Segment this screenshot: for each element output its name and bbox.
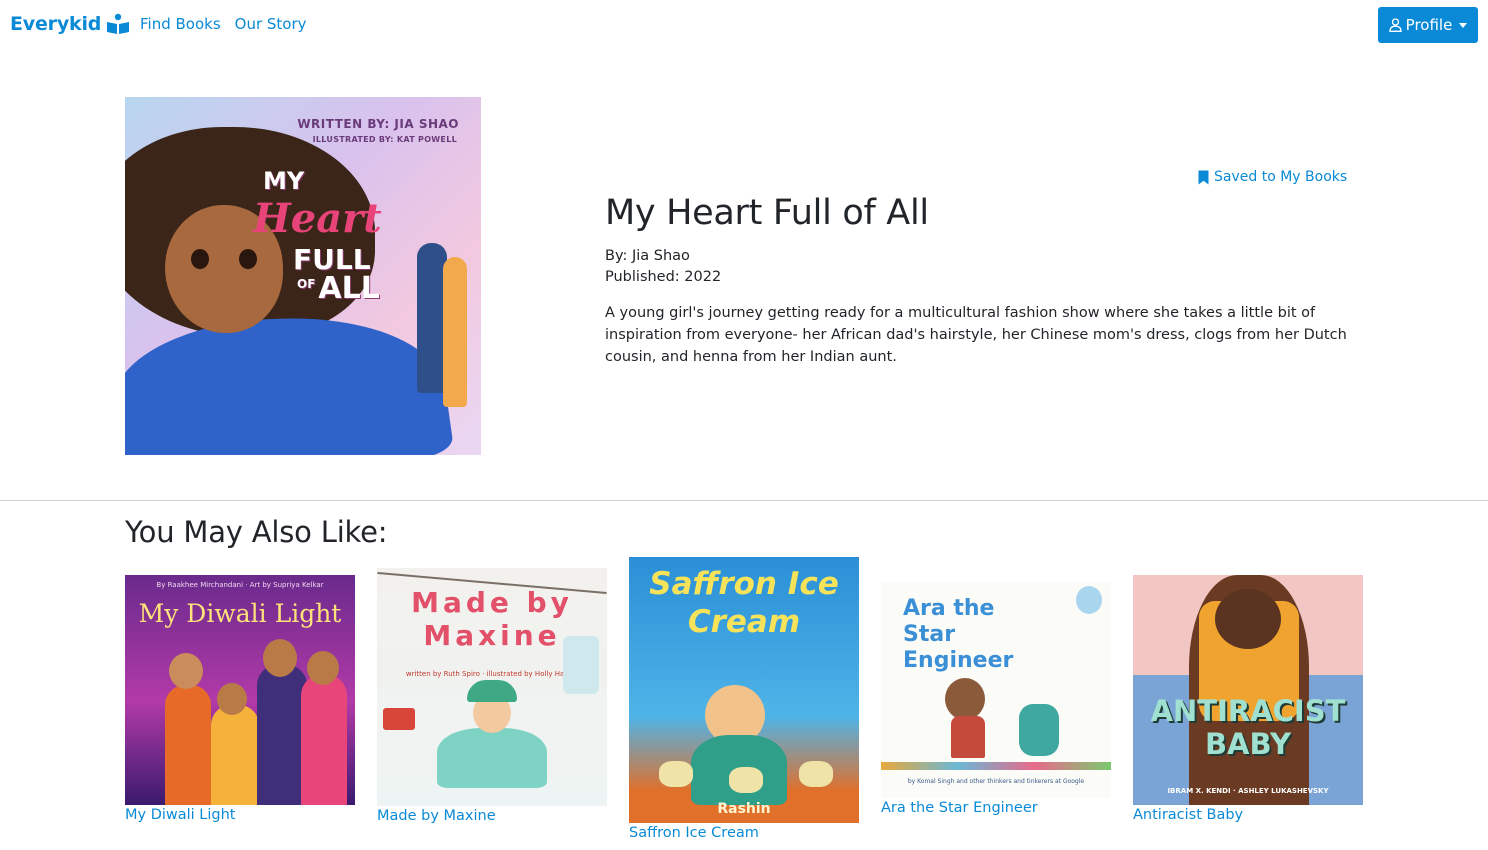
recommendation-cover[interactable]: Saffron Ice Cream Rashin [629, 557, 859, 823]
recommendation-card: Made by Maxine written by Ruth Spiro · i… [377, 568, 607, 824]
saved-label: Saved to My Books [1214, 169, 1348, 185]
book-cover-image: WRITTEN BY: JIA SHAO ILLUSTRATED BY: KAT… [125, 97, 481, 455]
section-divider [0, 500, 1488, 501]
recommendation-card: By Raakhee Mirchandani · Art by Supriya … [125, 575, 355, 823]
recommendation-title[interactable]: Made by Maxine [377, 808, 607, 824]
recommendation-card: Saffron Ice Cream Rashin Saffron Ice Cre… [629, 557, 859, 841]
nav-find-books[interactable]: Find Books [140, 15, 221, 33]
recommendation-cover[interactable]: Ara the Star Engineer by Komal Singh and… [881, 582, 1111, 798]
saved-to-my-books-link[interactable]: Saved to My Books [1198, 169, 1347, 185]
nav-our-story[interactable]: Our Story [235, 15, 307, 33]
recommendation-card: Ara the Star Engineer by Komal Singh and… [881, 582, 1111, 816]
recommendation-card: ANTIRACIST BABY IBRAM X. KENDI · ASHLEY … [1133, 575, 1363, 823]
book-author: By: Jia Shao [605, 248, 690, 264]
cover-title-my: MY [263, 167, 305, 195]
book-meta: By: Jia Shao Published: 2022 [605, 246, 721, 288]
profile-dropdown-button[interactable]: Profile [1378, 7, 1478, 43]
user-icon [1389, 18, 1402, 32]
caret-down-icon [1459, 22, 1468, 28]
recommendations-heading: You May Also Like: [125, 515, 388, 549]
recommendation-cover[interactable]: By Raakhee Mirchandani · Art by Supriya … [125, 575, 355, 805]
profile-label: Profile [1405, 16, 1453, 34]
recommendation-title[interactable]: Ara the Star Engineer [881, 800, 1111, 816]
recommendation-title[interactable]: Saffron Ice Cream [629, 825, 859, 841]
brand-name: Everykid [10, 13, 102, 35]
recommendation-cover[interactable]: ANTIRACIST BABY IBRAM X. KENDI · ASHLEY … [1133, 575, 1363, 805]
recommendation-cover[interactable]: Made by Maxine written by Ruth Spiro · i… [377, 568, 607, 806]
recommendation-title[interactable]: My Diwali Light [125, 807, 355, 823]
navbar: Everykid Find Books Our Story Profile [0, 0, 1488, 50]
recommendation-title[interactable]: Antiracist Baby [1133, 807, 1363, 823]
book-published: Published: 2022 [605, 269, 722, 285]
book-title: My Heart Full of All [605, 193, 929, 233]
cover-title-all: OF ALL [297, 271, 380, 306]
cover-author-credit: WRITTEN BY: JIA SHAO [297, 117, 459, 131]
cover-title-heart: Heart [253, 195, 382, 242]
bookmark-icon [1198, 170, 1209, 184]
nav-links: Find Books Our Story [140, 15, 307, 33]
cover-illustrator-credit: ILLUSTRATED BY: KAT POWELL [312, 135, 457, 144]
reading-child-icon [107, 13, 130, 34]
brand-logo[interactable]: Everykid [10, 13, 130, 35]
book-description: A young girl's journey getting ready for… [605, 305, 1347, 365]
